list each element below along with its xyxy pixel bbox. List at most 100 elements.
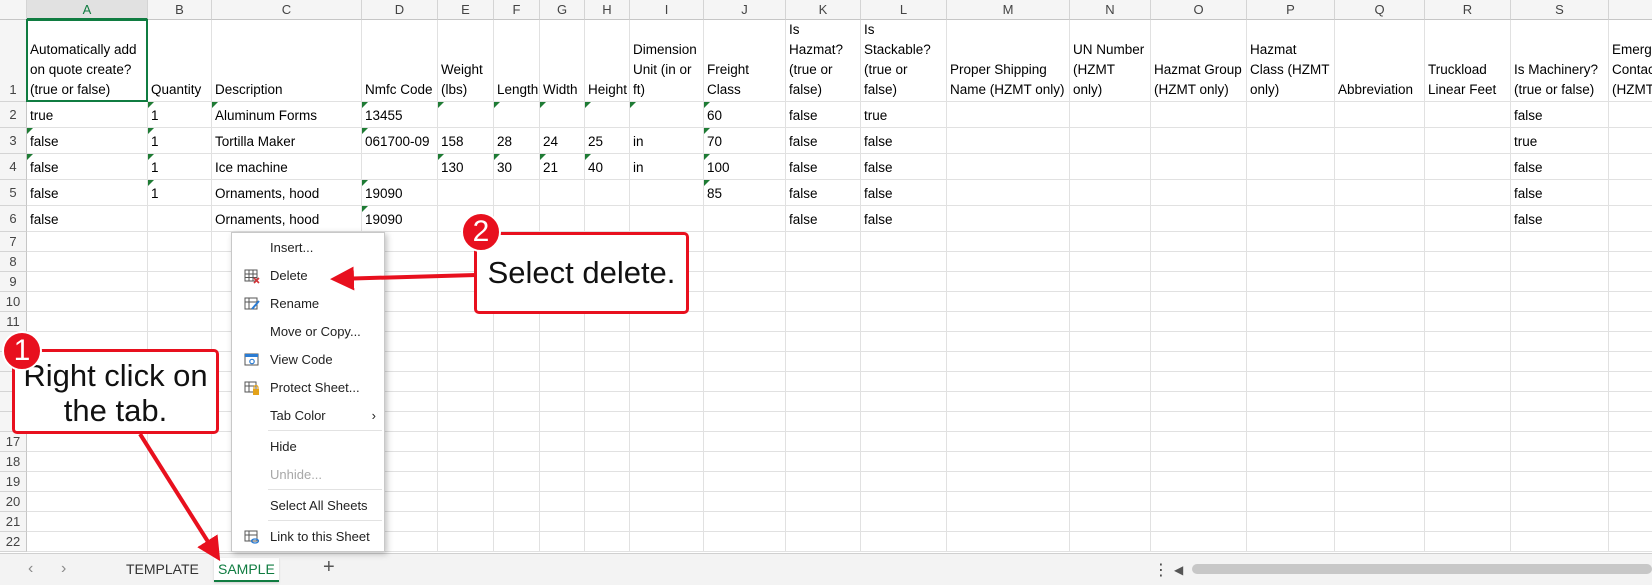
empty-cell[interactable]	[704, 432, 786, 452]
empty-cell[interactable]	[630, 532, 704, 552]
empty-cell[interactable]	[1070, 532, 1151, 552]
empty-cell[interactable]	[1335, 532, 1425, 552]
empty-cell[interactable]	[947, 292, 1070, 312]
header-cell[interactable]: Truckload Linear Feet	[1425, 20, 1511, 102]
empty-cell[interactable]	[27, 312, 148, 332]
empty-cell[interactable]	[630, 472, 704, 492]
header-cell[interactable]: Is Stackable? (true or false)	[861, 20, 947, 102]
empty-cell[interactable]	[540, 452, 585, 472]
data-cell[interactable]: 19090	[362, 206, 438, 232]
data-cell[interactable]: Ice machine	[212, 154, 362, 180]
data-cell[interactable]: false	[27, 206, 148, 232]
empty-cell[interactable]	[585, 492, 630, 512]
data-cell[interactable]: 60	[704, 102, 786, 128]
column-header[interactable]: G	[540, 0, 585, 20]
empty-cell[interactable]	[704, 512, 786, 532]
row-header[interactable]: 19	[0, 472, 27, 492]
empty-cell[interactable]	[1070, 232, 1151, 252]
empty-cell[interactable]	[786, 472, 861, 492]
empty-cell[interactable]	[1070, 352, 1151, 372]
empty-cell[interactable]	[786, 492, 861, 512]
data-cell[interactable]	[540, 102, 585, 128]
empty-cell[interactable]	[1247, 392, 1335, 412]
empty-cell[interactable]	[1151, 332, 1247, 352]
empty-cell[interactable]	[861, 292, 947, 312]
empty-cell[interactable]	[1511, 252, 1609, 272]
data-cell[interactable]	[1609, 180, 1652, 206]
empty-cell[interactable]	[27, 272, 148, 292]
empty-cell[interactable]	[1425, 412, 1511, 432]
empty-cell[interactable]	[1511, 372, 1609, 392]
data-cell[interactable]	[438, 102, 494, 128]
column-header[interactable]: B	[148, 0, 212, 20]
empty-cell[interactable]	[861, 512, 947, 532]
data-cell[interactable]	[438, 180, 494, 206]
empty-cell[interactable]	[494, 452, 540, 472]
data-cell[interactable]	[630, 180, 704, 206]
empty-cell[interactable]	[704, 452, 786, 472]
empty-cell[interactable]	[947, 532, 1070, 552]
data-cell[interactable]: false	[786, 102, 861, 128]
empty-cell[interactable]	[704, 332, 786, 352]
empty-cell[interactable]	[1609, 452, 1652, 472]
empty-cell[interactable]	[786, 232, 861, 252]
empty-cell[interactable]	[27, 452, 148, 472]
empty-cell[interactable]	[1511, 272, 1609, 292]
empty-cell[interactable]	[1511, 332, 1609, 352]
data-cell[interactable]: in	[630, 154, 704, 180]
empty-cell[interactable]	[861, 532, 947, 552]
empty-cell[interactable]	[1609, 432, 1652, 452]
column-header[interactable]: H	[585, 0, 630, 20]
empty-cell[interactable]	[1335, 252, 1425, 272]
empty-cell[interactable]	[494, 372, 540, 392]
data-cell[interactable]: false	[27, 154, 148, 180]
data-cell[interactable]	[1425, 180, 1511, 206]
tab-template[interactable]: TEMPLATE	[122, 558, 203, 580]
header-cell[interactable]: Freight Class	[704, 20, 786, 102]
header-cell[interactable]: Automatically add on quote create? (true…	[27, 20, 148, 102]
data-cell[interactable]	[1151, 102, 1247, 128]
row-header[interactable]: 3	[0, 128, 27, 154]
empty-cell[interactable]	[1151, 532, 1247, 552]
horizontal-scrollbar[interactable]	[1192, 564, 1652, 574]
data-cell[interactable]	[947, 102, 1070, 128]
empty-cell[interactable]	[27, 472, 148, 492]
empty-cell[interactable]	[947, 492, 1070, 512]
empty-cell[interactable]	[1425, 332, 1511, 352]
empty-cell[interactable]	[1247, 512, 1335, 532]
header-cell[interactable]: Emerg Contac (HZMT	[1609, 20, 1652, 102]
data-cell[interactable]	[1609, 128, 1652, 154]
empty-cell[interactable]	[786, 412, 861, 432]
empty-cell[interactable]	[1609, 372, 1652, 392]
data-cell[interactable]	[1151, 206, 1247, 232]
empty-cell[interactable]	[148, 512, 212, 532]
empty-cell[interactable]	[786, 272, 861, 292]
empty-cell[interactable]	[1335, 412, 1425, 432]
empty-cell[interactable]	[1609, 232, 1652, 252]
column-header[interactable]: L	[861, 0, 947, 20]
empty-cell[interactable]	[786, 252, 861, 272]
empty-cell[interactable]	[585, 392, 630, 412]
empty-cell[interactable]	[27, 512, 148, 532]
empty-cell[interactable]	[438, 412, 494, 432]
empty-cell[interactable]	[704, 372, 786, 392]
empty-cell[interactable]	[27, 252, 148, 272]
empty-cell[interactable]	[1070, 432, 1151, 452]
empty-cell[interactable]	[630, 332, 704, 352]
empty-cell[interactable]	[1247, 292, 1335, 312]
data-cell[interactable]	[1151, 180, 1247, 206]
data-cell[interactable]	[1425, 128, 1511, 154]
empty-cell[interactable]	[704, 312, 786, 332]
empty-cell[interactable]	[540, 412, 585, 432]
data-cell[interactable]: true	[27, 102, 148, 128]
empty-cell[interactable]	[1335, 492, 1425, 512]
data-cell[interactable]	[1151, 128, 1247, 154]
empty-cell[interactable]	[947, 472, 1070, 492]
empty-cell[interactable]	[494, 492, 540, 512]
data-cell[interactable]: 25	[585, 128, 630, 154]
menu-item-hide[interactable]: Hide	[232, 435, 384, 459]
row-header[interactable]: 6	[0, 206, 27, 232]
data-cell[interactable]: false	[1511, 206, 1609, 232]
data-cell[interactable]: 1	[148, 180, 212, 206]
empty-cell[interactable]	[861, 372, 947, 392]
